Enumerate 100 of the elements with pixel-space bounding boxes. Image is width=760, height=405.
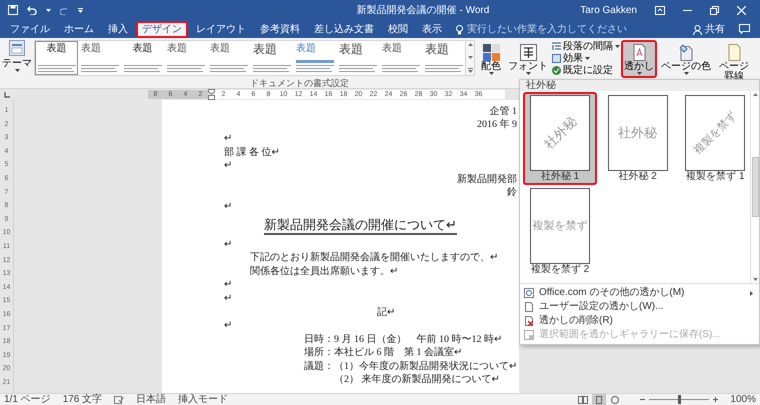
ribbon-tab[interactable]: ホーム bbox=[58, 21, 100, 38]
document-text: 鈴 bbox=[507, 187, 518, 200]
view-button[interactable] bbox=[592, 394, 606, 405]
share-button[interactable]: 共有 bbox=[693, 21, 725, 38]
ribbon-button[interactable]: 透かし bbox=[621, 40, 657, 78]
ribbon-button[interactable]: ページの色 bbox=[658, 40, 714, 78]
ribbon-command[interactable]: 段落の間隔 bbox=[552, 41, 620, 52]
expand-gallery-icon[interactable] bbox=[468, 68, 472, 73]
document-text: 部 課 各 位↵ bbox=[223, 146, 280, 159]
ribbon-tab[interactable]: 表示 bbox=[416, 21, 448, 38]
caret-icon bbox=[585, 57, 590, 60]
zoom-level[interactable]: 100% bbox=[730, 394, 760, 405]
style-thumbnail[interactable]: 表題 bbox=[207, 41, 250, 75]
proofing-icon[interactable] bbox=[114, 396, 124, 404]
menu-item[interactable]: ユーザー設定の透かし(W)... bbox=[520, 300, 759, 314]
ribbon-button[interactable]: 配色 bbox=[478, 40, 504, 78]
document-title: 新製品開発会議の開催について↵ bbox=[264, 216, 457, 235]
ribbon-tab[interactable]: ファイル bbox=[4, 21, 56, 38]
menu-item[interactable]: Office.com のその他の透かし(M) bbox=[520, 286, 759, 300]
language-indicator[interactable]: 日本語 bbox=[136, 394, 166, 405]
check-circle-icon bbox=[552, 66, 561, 75]
tab-stop-icon[interactable] bbox=[4, 92, 10, 98]
ribbon-tab[interactable]: 校閲 bbox=[382, 21, 414, 38]
color-swatch-icon bbox=[482, 44, 500, 61]
ribbon-tab[interactable]: 差し込み文書 bbox=[308, 21, 380, 38]
style-thumbnail[interactable]: 表題 bbox=[293, 41, 336, 75]
style-thumbnail[interactable]: 表題 bbox=[379, 41, 422, 75]
caret-icon bbox=[636, 72, 642, 75]
style-thumbnail[interactable]: 表題 bbox=[250, 41, 293, 75]
group-label: ドキュメントの書式設定 bbox=[250, 78, 349, 88]
style-title: 表題 bbox=[296, 43, 317, 55]
customize-caret-icon[interactable] bbox=[78, 8, 83, 12]
style-thumbnail[interactable]: 表題 bbox=[35, 41, 78, 75]
user-name: Taro Gakken bbox=[580, 4, 637, 18]
zoom-in-icon[interactable] bbox=[713, 397, 718, 402]
document-text: 日時：9 月 16 日（金） 午前 10 時〜12 時↵ bbox=[303, 334, 502, 346]
style-title: 表題 bbox=[253, 43, 278, 56]
document-text: 場所：本社ビル 6 階 第 1 会議室↵ bbox=[303, 347, 462, 360]
font-character-icon bbox=[520, 44, 536, 61]
page-count[interactable]: 1/1 ページ bbox=[4, 394, 51, 405]
caret-icon bbox=[615, 45, 620, 48]
watermark-text: 複製を禁ず bbox=[690, 108, 740, 158]
document-text: ↵ bbox=[223, 279, 232, 292]
page-view-icon bbox=[594, 396, 604, 404]
style-thumbnail[interactable]: 表題 bbox=[78, 41, 121, 75]
watermark-text: 社外秘 bbox=[540, 112, 580, 154]
page-bucket-icon bbox=[678, 44, 694, 61]
text-lines-drawing bbox=[296, 60, 334, 72]
caret-icon bbox=[14, 69, 20, 72]
theme-button[interactable]: テーマ bbox=[2, 40, 32, 78]
style-title: 表題 bbox=[167, 43, 188, 55]
submenu-arrow-icon bbox=[750, 290, 753, 296]
indent-marker-icon[interactable] bbox=[208, 89, 215, 100]
mode-indicator[interactable]: 挿入モード bbox=[178, 394, 228, 405]
document-text: ↵ bbox=[223, 200, 232, 213]
ribbon-button[interactable]: フォント bbox=[505, 40, 551, 78]
ribbon-tab[interactable]: デザイン bbox=[136, 21, 188, 38]
redo-icon[interactable] bbox=[60, 6, 69, 14]
comment-icon[interactable] bbox=[739, 24, 750, 34]
scroll-down-icon[interactable] bbox=[468, 56, 472, 58]
close-icon[interactable] bbox=[737, 6, 746, 14]
style-thumbnail[interactable]: 表題 bbox=[336, 41, 379, 75]
scrollbar-thumb[interactable] bbox=[752, 157, 759, 217]
caret-icon bbox=[46, 8, 51, 12]
save-icon[interactable] bbox=[8, 5, 18, 15]
menu-item[interactable]: 透かしの削除(R) bbox=[520, 314, 759, 328]
style-title: 表題 bbox=[210, 43, 231, 55]
watermark-option[interactable]: 社外秘 社外秘 1 bbox=[523, 92, 597, 185]
ribbon-tab[interactable]: 参考資料 bbox=[254, 21, 306, 38]
page-delete-icon bbox=[524, 316, 534, 326]
watermark-option[interactable]: 社外秘 社外秘 2 bbox=[600, 92, 675, 185]
view-button[interactable] bbox=[576, 394, 590, 405]
undo-icon[interactable] bbox=[27, 6, 37, 14]
style-title: 表題 bbox=[382, 43, 403, 55]
ribbon-tab[interactable]: 挿入 bbox=[102, 21, 134, 38]
lightbulb-icon bbox=[456, 24, 463, 34]
ribbon-command[interactable]: 効果 bbox=[552, 53, 620, 64]
watermark-option[interactable]: 複製を禁ず 複製を禁ず 2 bbox=[523, 185, 597, 278]
window-title: 新製品開発会議の開催 - Word bbox=[356, 4, 490, 18]
document-text: ↵ bbox=[223, 160, 232, 172]
restore-icon[interactable] bbox=[710, 6, 719, 14]
style-title: 表題 bbox=[132, 43, 152, 55]
style-title: 表題 bbox=[81, 43, 102, 55]
watermark-text: 社外秘 bbox=[618, 124, 658, 142]
watermark-option[interactable]: 複製を禁ず 複製を禁ず 1 bbox=[678, 92, 750, 185]
style-thumbnail[interactable]: 表題 bbox=[164, 41, 207, 75]
document-text: 企管 1 bbox=[490, 106, 518, 118]
document-text: 新製品開発部 bbox=[457, 174, 518, 186]
ribbon-command[interactable]: 既定に設定 bbox=[552, 65, 620, 76]
scroll-up-icon[interactable] bbox=[468, 43, 472, 46]
scroll-down-icon[interactable] bbox=[752, 278, 758, 281]
scroll-up-icon[interactable] bbox=[752, 93, 758, 96]
search-field[interactable]: 実行したい作業を入力してください bbox=[456, 21, 637, 38]
word-count[interactable]: 176 文字 bbox=[62, 394, 102, 405]
slider-thumb[interactable] bbox=[678, 395, 681, 404]
ribbon-tab[interactable]: レイアウト bbox=[190, 21, 252, 38]
style-thumbnail[interactable]: 表題 bbox=[422, 41, 465, 75]
page-icon bbox=[524, 302, 534, 312]
ribbon-display-icon[interactable] bbox=[655, 6, 665, 14]
style-thumbnail[interactable]: 表題 bbox=[121, 41, 164, 75]
